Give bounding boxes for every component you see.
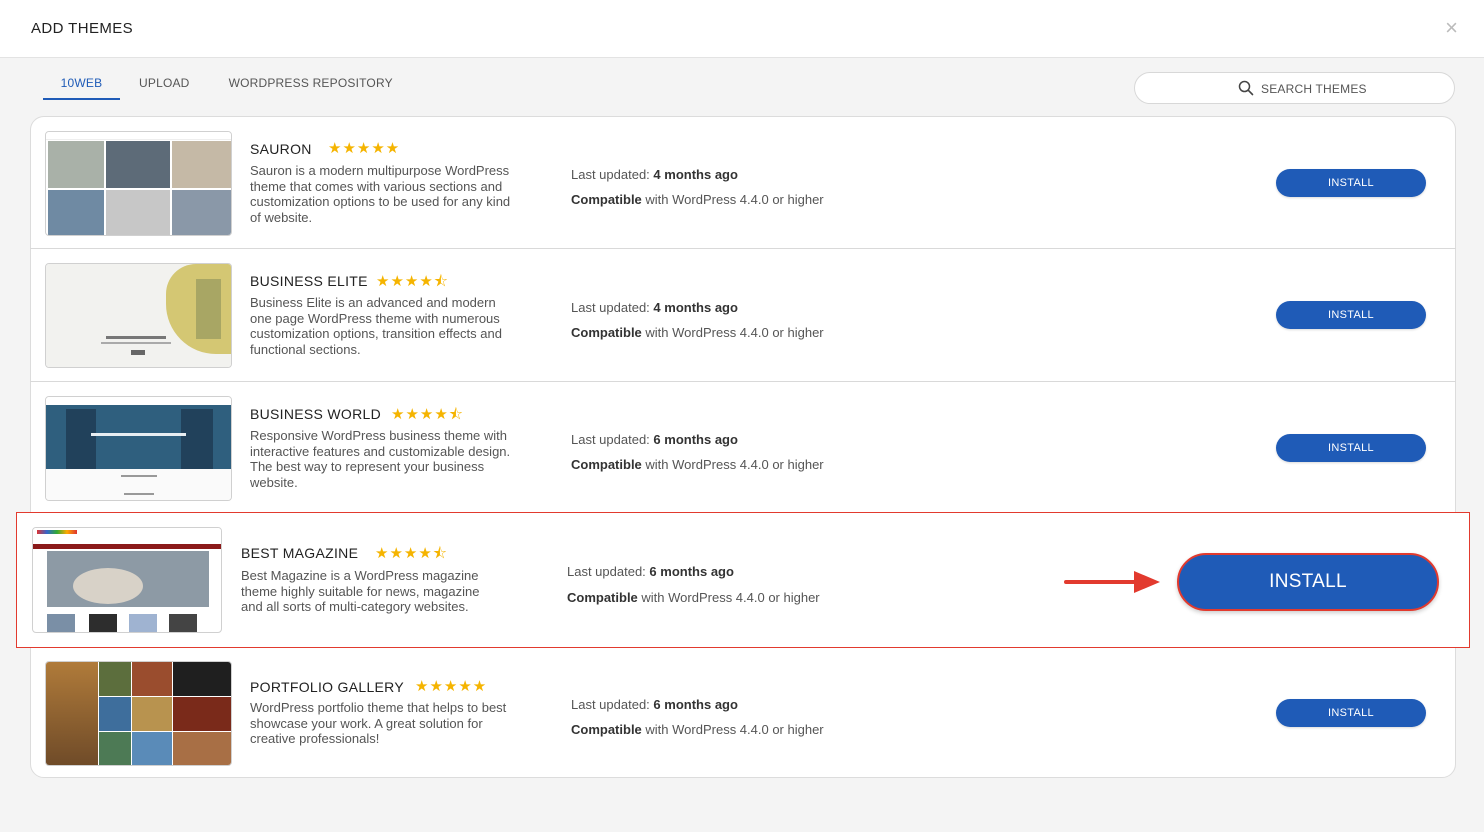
theme-thumbnail-business-elite[interactable] — [45, 263, 232, 368]
row-divider — [30, 381, 1456, 382]
theme-list — [30, 116, 1456, 778]
rating-stars: ★★★★⯪ — [391, 406, 464, 423]
close-icon[interactable]: × — [1445, 17, 1458, 39]
theme-name: SAURON — [250, 141, 312, 157]
theme-name: PORTFOLIO GALLERY — [250, 679, 404, 695]
tab-bar: 10WEB UPLOAD WORDPRESS REPOSITORY — [43, 76, 432, 100]
modal-title: ADD THEMES — [31, 20, 134, 37]
search-box[interactable] — [1134, 72, 1455, 104]
install-button[interactable]: INSTALL — [1276, 699, 1426, 727]
rating-stars: ★★★★⯪ — [376, 273, 449, 290]
theme-description: WordPress portfolio theme that helps to … — [250, 700, 507, 746]
compatibility: Compatible with WordPress 4.4.0 or highe… — [571, 457, 824, 472]
theme-description: Sauron is a modern multipurpose WordPres… — [250, 163, 511, 225]
compatibility: Compatible with WordPress 4.4.0 or highe… — [567, 590, 820, 605]
last-updated: Last updated: 6 months ago — [567, 564, 734, 579]
row-divider — [30, 248, 1456, 249]
theme-name: BEST MAGAZINE — [241, 545, 359, 561]
modal-header: ADD THEMES × — [0, 0, 1484, 58]
install-button[interactable]: INSTALL — [1276, 434, 1426, 462]
tab-upload[interactable]: UPLOAD — [139, 76, 190, 100]
last-updated: Last updated: 4 months ago — [571, 167, 738, 182]
theme-thumbnail-business-world[interactable] — [45, 396, 232, 501]
install-button-highlighted[interactable]: INSTALL — [1177, 553, 1439, 611]
rating-stars: ★★★★★ — [328, 140, 401, 157]
last-updated: Last updated: 4 months ago — [571, 300, 738, 315]
tab-wordpress-repository[interactable]: WORDPRESS REPOSITORY — [229, 76, 393, 100]
search-icon — [1238, 80, 1254, 96]
theme-description: Business Elite is an advanced and modern… — [250, 295, 502, 357]
install-button[interactable]: INSTALL — [1276, 169, 1426, 197]
tab-10web[interactable]: 10WEB — [43, 76, 120, 100]
theme-thumbnail-sauron[interactable] — [45, 131, 232, 236]
search-input[interactable] — [1261, 79, 1441, 99]
install-button[interactable]: INSTALL — [1276, 301, 1426, 329]
arrow-right-icon — [1064, 571, 1160, 593]
last-updated: Last updated: 6 months ago — [571, 432, 738, 447]
rating-stars: ★★★★⯪ — [375, 545, 448, 562]
theme-name: BUSINESS ELITE — [250, 273, 368, 289]
theme-thumbnail-portfolio-gallery[interactable] — [45, 661, 232, 766]
compatibility: Compatible with WordPress 4.4.0 or highe… — [571, 722, 824, 737]
compatibility: Compatible with WordPress 4.4.0 or highe… — [571, 325, 824, 340]
theme-description: Best Magazine is a WordPress magazine th… — [241, 568, 480, 614]
last-updated: Last updated: 6 months ago — [571, 697, 738, 712]
theme-description: Responsive WordPress business theme with… — [250, 428, 511, 490]
theme-thumbnail-best-magazine[interactable] — [32, 527, 222, 633]
rating-stars: ★★★★★ — [415, 678, 488, 695]
compatibility: Compatible with WordPress 4.4.0 or highe… — [571, 192, 824, 207]
theme-name: BUSINESS WORLD — [250, 406, 381, 422]
